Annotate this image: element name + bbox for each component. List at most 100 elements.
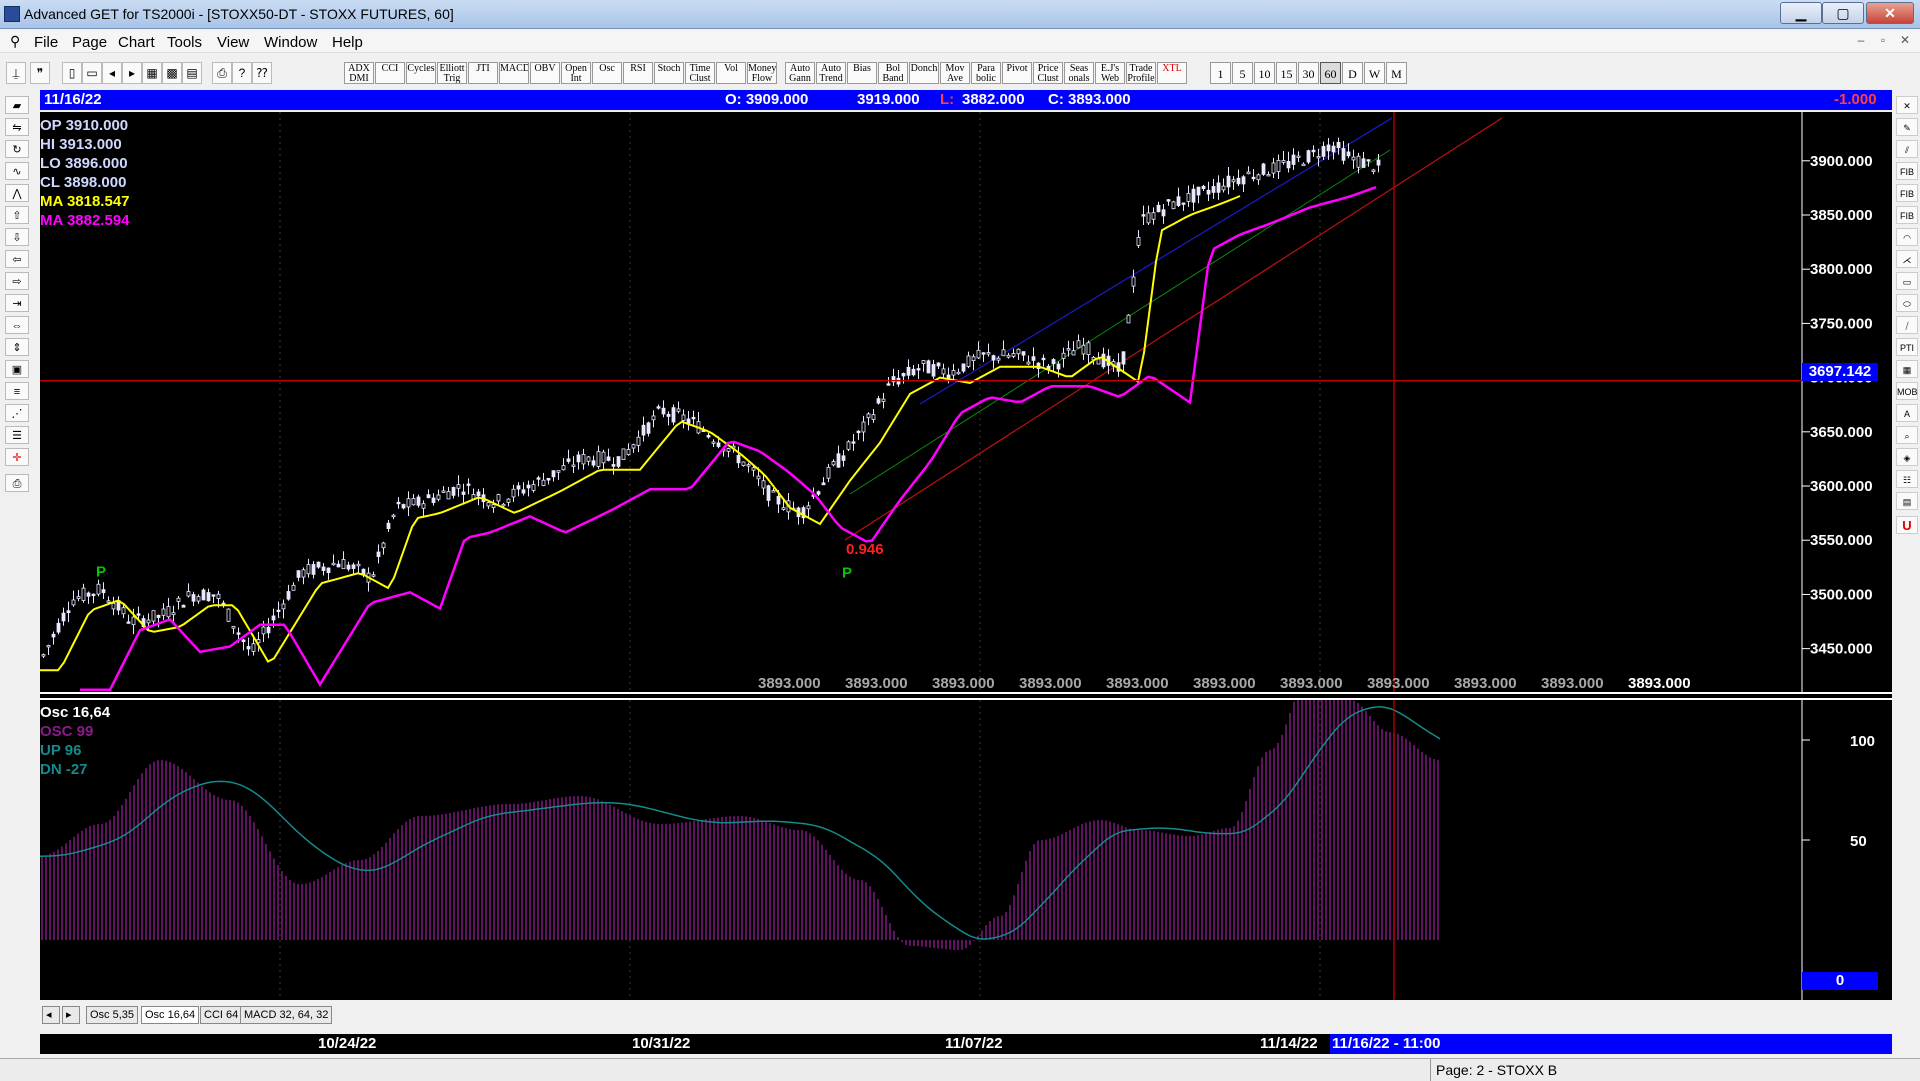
- scale-icon[interactable]: ⇋: [5, 118, 29, 136]
- tab-osc-5-35[interactable]: Osc 5,35: [86, 1006, 139, 1024]
- interval-button-w[interactable]: W: [1364, 62, 1385, 84]
- print-icon[interactable]: ⎙: [212, 62, 232, 84]
- list-icon[interactable]: ☷: [1896, 470, 1918, 488]
- menu-view[interactable]: View: [217, 34, 249, 51]
- zoom-icon[interactable]: ⌕: [1896, 426, 1918, 444]
- menu-page[interactable]: Page: [72, 34, 107, 51]
- elliott-icon[interactable]: ⋀: [5, 184, 29, 202]
- print-chart-icon[interactable]: ⎙: [5, 474, 29, 492]
- pencil-icon[interactable]: ✎: [1896, 118, 1918, 136]
- study-button-auto-gann[interactable]: Auto Gann: [785, 62, 815, 84]
- channel-icon[interactable]: ⧸: [1896, 316, 1918, 334]
- table-icon[interactable]: ▦: [1896, 360, 1918, 378]
- study-button-trade-profile[interactable]: Trade Profile: [1126, 62, 1156, 84]
- study-button-time-clust[interactable]: Time Clust: [685, 62, 715, 84]
- menu-file[interactable]: File: [34, 34, 58, 51]
- study-button-bol-band[interactable]: Bol Band: [878, 62, 908, 84]
- open-chart-icon[interactable]: ▰: [5, 96, 29, 114]
- marker-icon[interactable]: ◈: [1896, 448, 1918, 466]
- u-tool-icon[interactable]: U: [1896, 516, 1918, 534]
- menu-tools[interactable]: Tools: [167, 34, 202, 51]
- expand-vertical-icon[interactable]: ⇕: [5, 338, 29, 356]
- doc-close-button[interactable]: ✕: [1896, 33, 1914, 49]
- study-button-para-bolic[interactable]: Para bolic: [971, 62, 1001, 84]
- study-button-jti[interactable]: JTI: [468, 62, 498, 84]
- pti-icon[interactable]: PTI: [1896, 338, 1918, 356]
- close-button[interactable]: ✕: [1866, 2, 1914, 24]
- pane-separator[interactable]: [40, 692, 1892, 700]
- study-icon[interactable]: ∿: [5, 162, 29, 180]
- forward-icon[interactable]: ▸: [122, 62, 142, 84]
- tab-osc-16-64[interactable]: Osc 16,64: [141, 1006, 200, 1024]
- lines-icon[interactable]: ≡: [5, 382, 29, 400]
- window-icon[interactable]: ▣: [5, 360, 29, 378]
- interval-button-1[interactable]: 1: [1210, 62, 1231, 84]
- interval-button-30[interactable]: 30: [1298, 62, 1319, 84]
- ellipse-icon[interactable]: ⬭: [1896, 294, 1918, 312]
- tab-scroll-right[interactable]: ▸: [62, 1006, 80, 1024]
- menu-help[interactable]: Help: [332, 34, 363, 51]
- study-button-bias[interactable]: Bias: [847, 62, 877, 84]
- reset-icon[interactable]: ↻: [5, 140, 29, 158]
- study-button-cycles[interactable]: Cycles: [406, 62, 436, 84]
- interval-button-d[interactable]: D: [1342, 62, 1363, 84]
- arrow-down-icon[interactable]: ⇩: [5, 228, 29, 246]
- study-button-osc[interactable]: Osc: [592, 62, 622, 84]
- menu-chart[interactable]: Chart: [118, 34, 155, 51]
- study-button-pivot[interactable]: Pivot: [1002, 62, 1032, 84]
- pin-icon[interactable]: ⍊: [6, 62, 26, 84]
- minimize-button[interactable]: ▁: [1780, 2, 1822, 24]
- delete-icon[interactable]: ▩: [162, 62, 182, 84]
- study-button-stoch[interactable]: Stoch: [654, 62, 684, 84]
- gann-icon[interactable]: ⋰: [5, 404, 29, 422]
- fan-icon[interactable]: ⋌: [1896, 250, 1918, 268]
- mob-icon[interactable]: MOB: [1896, 382, 1918, 400]
- back-icon[interactable]: ◂: [102, 62, 122, 84]
- study-button-donch[interactable]: Donch: [909, 62, 939, 84]
- study-button-open-int[interactable]: Open Int: [561, 62, 591, 84]
- oscillator-pane[interactable]: 100 50 Osc 16,64 OSC 99 UP 96 DN -27 0: [40, 700, 1892, 1000]
- study-button-cci[interactable]: CCI: [375, 62, 405, 84]
- fib-icon[interactable]: ☰: [5, 426, 29, 444]
- doc-minimize-button[interactable]: –: [1852, 33, 1870, 49]
- arrow-right-icon[interactable]: ⇨: [5, 272, 29, 290]
- arc-icon[interactable]: ◠: [1896, 228, 1918, 246]
- box-icon[interactable]: ▭: [1896, 272, 1918, 290]
- close-tool-icon[interactable]: ✕: [1896, 96, 1918, 114]
- price-chart-canvas[interactable]: 3900.0003850.0003800.0003750.0003700.000…: [40, 112, 1892, 692]
- tab-macd[interactable]: MACD 32, 64, 32: [240, 1006, 333, 1024]
- context-help-icon[interactable]: ⁇: [252, 62, 272, 84]
- arrow-up-icon[interactable]: ⇧: [5, 206, 29, 224]
- study-button-seas-onals[interactable]: Seas onals: [1064, 62, 1094, 84]
- open-icon[interactable]: ▭: [82, 62, 102, 84]
- study-button-macd[interactable]: MACD: [499, 62, 529, 84]
- study-button-auto-trend[interactable]: Auto Trend: [816, 62, 846, 84]
- study-button-xtl[interactable]: XTL: [1157, 62, 1187, 84]
- crosshair-icon[interactable]: ✛: [5, 448, 29, 466]
- tab-scroll-left[interactable]: ◂: [42, 1006, 60, 1024]
- help-icon[interactable]: ?: [232, 62, 252, 84]
- text-tool-icon[interactable]: A: [1896, 404, 1918, 422]
- maximize-button[interactable]: ▢: [1822, 2, 1864, 24]
- oscillator-canvas[interactable]: 100 50: [40, 700, 1892, 1000]
- study-button-elliott-trig[interactable]: Elliott Trig: [437, 62, 467, 84]
- parallel-lines-icon[interactable]: ⫽: [1896, 140, 1918, 158]
- study-button-adx-dmi[interactable]: ADX DMI: [344, 62, 374, 84]
- interval-button-60[interactable]: 60: [1320, 62, 1341, 84]
- study-button-obv[interactable]: OBV: [530, 62, 560, 84]
- tab-cci-64[interactable]: CCI 64: [200, 1006, 243, 1024]
- study-button-money-flow[interactable]: Money Flow: [747, 62, 777, 84]
- fib-time-icon[interactable]: FIB: [1896, 206, 1918, 224]
- quote-icon[interactable]: ❞: [30, 62, 50, 84]
- menu-window[interactable]: Window: [264, 34, 317, 51]
- interval-button-m[interactable]: M: [1386, 62, 1407, 84]
- arrow-left-icon[interactable]: ⇦: [5, 250, 29, 268]
- study-button-mov-ave[interactable]: Mov Ave: [940, 62, 970, 84]
- new-page-icon[interactable]: ▯: [62, 62, 82, 84]
- study-button-price-clust[interactable]: Price Clust: [1033, 62, 1063, 84]
- study-button-rsi[interactable]: RSI: [623, 62, 653, 84]
- doc-restore-button[interactable]: ▫: [1874, 33, 1892, 49]
- price-chart[interactable]: 3900.0003850.0003800.0003750.0003700.000…: [40, 112, 1892, 692]
- study-button-e-j-s-web[interactable]: E.J's Web: [1095, 62, 1125, 84]
- expand-horizontal-icon[interactable]: ⇔: [5, 316, 29, 334]
